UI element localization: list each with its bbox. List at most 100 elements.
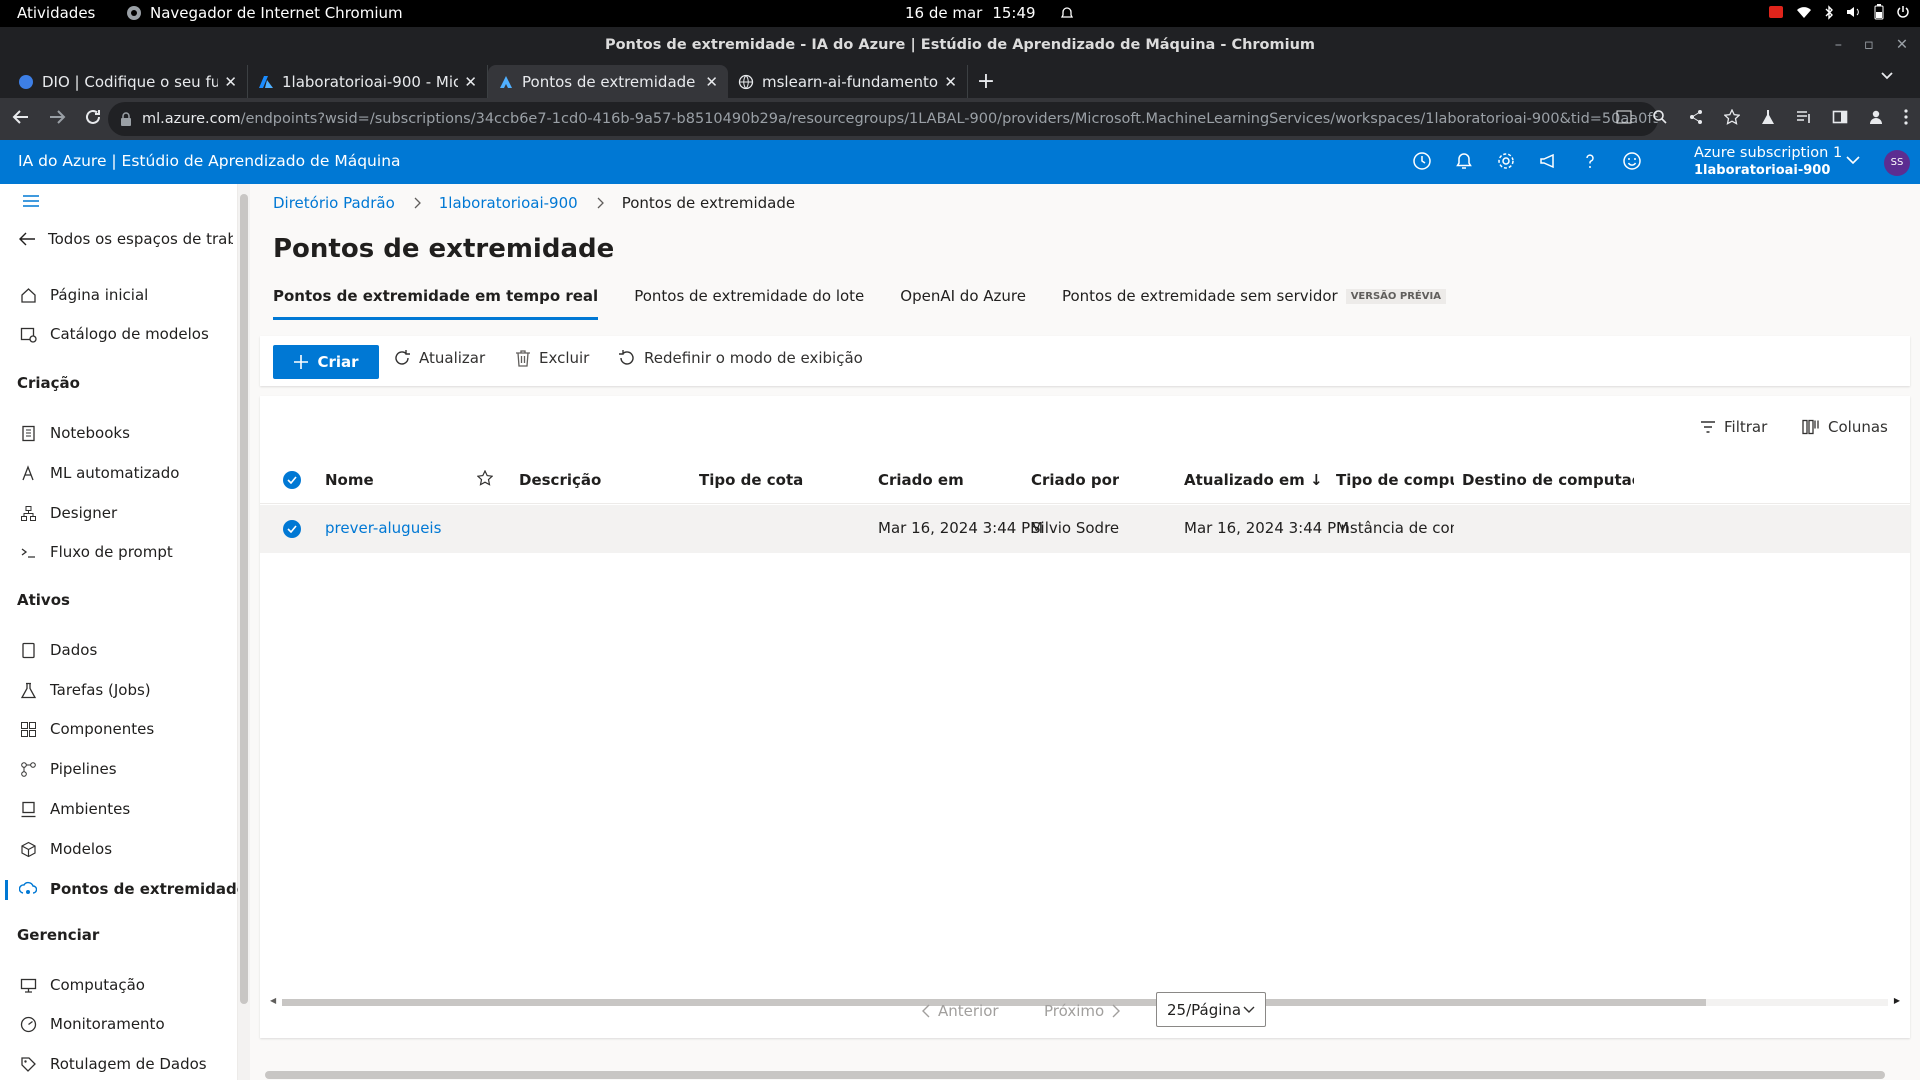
- side-panel-icon[interactable]: [1832, 109, 1848, 125]
- column-header-name[interactable]: Nome: [325, 471, 374, 489]
- new-tab-icon[interactable]: +: [968, 69, 1004, 94]
- share-icon[interactable]: [1688, 109, 1704, 125]
- forward-arrow-icon[interactable]: [48, 108, 66, 126]
- lock-icon[interactable]: [120, 112, 132, 126]
- favorite-star-icon[interactable]: [477, 470, 493, 486]
- create-button[interactable]: Criar: [273, 345, 379, 379]
- zoom-icon[interactable]: [1652, 109, 1668, 125]
- column-header-compute-target[interactable]: Destino de computaç...: [1462, 471, 1634, 489]
- sidebar-item-compute[interactable]: Computação: [18, 976, 145, 994]
- sidebar-item-jobs[interactable]: Tarefas (Jobs): [18, 681, 151, 699]
- scrollbar-thumb[interactable]: [240, 194, 248, 1004]
- browser-tab-azure-portal[interactable]: 1laboratorioai-900 - Microsoft Azure ✕: [248, 65, 488, 98]
- sidebar-item-home[interactable]: Página inicial: [18, 286, 148, 304]
- workspace-name: 1laboratorioai-900: [1694, 163, 1831, 178]
- tab-realtime-endpoints[interactable]: Pontos de extremidade em tempo real: [273, 284, 599, 320]
- system-tray[interactable]: [1768, 4, 1910, 20]
- sidebar-item-environments[interactable]: Ambientes: [18, 800, 130, 818]
- sidebar-item-components[interactable]: Componentes: [18, 720, 154, 738]
- next-page-button[interactable]: Próximo: [1044, 1002, 1121, 1020]
- columns-button[interactable]: Colunas: [1802, 418, 1888, 436]
- volume-icon: [1846, 5, 1862, 19]
- sidebar-item-notebooks[interactable]: Notebooks: [18, 424, 130, 442]
- active-app-menu[interactable]: Navegador de Internet Chromium: [126, 4, 403, 22]
- column-header-quota-type[interactable]: Tipo de cota: [699, 471, 803, 489]
- sidebar-item-label: Notebooks: [50, 424, 130, 442]
- breadcrumb-link-workspace[interactable]: 1laboratorioai-900: [439, 194, 578, 212]
- reading-list-icon[interactable]: [1796, 109, 1812, 125]
- brand-title[interactable]: IA do Azure | Estúdio de Aprendizado de …: [18, 152, 401, 170]
- sidebar-item-automl[interactable]: ML automatizado: [18, 464, 179, 482]
- history-clock-icon[interactable]: [1412, 151, 1432, 171]
- clock[interactable]: 16 de mar 15:49: [905, 4, 1074, 22]
- hamburger-menu-icon[interactable]: [22, 194, 40, 208]
- column-header-description[interactable]: Descrição: [519, 471, 601, 489]
- reload-icon[interactable]: [84, 108, 102, 126]
- dio-icon: [18, 74, 34, 90]
- breadcrumb-link-directory[interactable]: Diretório Padrão: [273, 194, 395, 212]
- back-to-workspaces-link[interactable]: Todos os espaços de trabalho: [18, 230, 233, 248]
- refresh-button[interactable]: Atualizar: [393, 349, 485, 367]
- browser-tab-endpoints[interactable]: Pontos de extremidade - IA do Azure ✕: [488, 65, 728, 98]
- sidebar-item-models[interactable]: Modelos: [18, 840, 112, 858]
- maximize-icon[interactable]: ▫: [1864, 27, 1874, 63]
- avatar[interactable]: SS: [1884, 150, 1910, 176]
- column-header-compute-type[interactable]: Tipo de computa...: [1336, 471, 1454, 489]
- select-all-checkbox[interactable]: [283, 471, 301, 489]
- close-tab-icon[interactable]: ✕: [224, 73, 237, 91]
- tab-search-chevron-icon[interactable]: [1880, 71, 1894, 81]
- reset-view-button[interactable]: Redefinir o modo de exibição: [618, 349, 863, 367]
- column-header-created-by[interactable]: Criado por: [1031, 471, 1119, 489]
- sidebar-scrollbar[interactable]: [238, 184, 250, 1080]
- lab-flask-icon[interactable]: [1760, 109, 1776, 125]
- sidebar-item-model-catalog[interactable]: Catálogo de modelos: [18, 325, 209, 343]
- back-arrow-icon[interactable]: [12, 108, 30, 126]
- table-row[interactable]: prever-alugueis Mar 16, 2024 3:44 PM Sil…: [260, 505, 1910, 553]
- close-window-icon[interactable]: ✕: [1896, 27, 1908, 63]
- bluetooth-icon: [1824, 4, 1834, 20]
- sidebar-item-data[interactable]: Dados: [18, 641, 97, 659]
- close-tab-icon[interactable]: ✕: [944, 73, 957, 91]
- sidebar-item-pipelines[interactable]: Pipelines: [18, 760, 117, 778]
- filter-button[interactable]: Filtrar: [1700, 418, 1767, 436]
- help-question-icon[interactable]: [1580, 151, 1600, 171]
- sidebar-item-designer[interactable]: Designer: [18, 504, 117, 522]
- bookmark-star-icon[interactable]: [1724, 109, 1740, 125]
- delete-button[interactable]: Excluir: [515, 349, 589, 367]
- sidebar-item-monitoring[interactable]: Monitoramento: [18, 1015, 165, 1033]
- feedback-smiley-icon[interactable]: [1622, 151, 1642, 171]
- row-checkbox[interactable]: [283, 520, 301, 538]
- main-horizontal-scrollbar[interactable]: [260, 1068, 1910, 1080]
- window-title: Pontos de extremidade - IA do Azure | Es…: [604, 37, 1316, 53]
- date-text: 16 de mar: [905, 4, 983, 22]
- close-tab-icon[interactable]: ✕: [464, 73, 477, 91]
- settings-gear-icon[interactable]: [1496, 151, 1516, 171]
- minimize-icon[interactable]: –: [1835, 27, 1842, 63]
- page-size-dropdown[interactable]: 25/Página: [1156, 992, 1266, 1027]
- profile-icon[interactable]: [1868, 109, 1884, 125]
- tab-batch-endpoints[interactable]: Pontos de extremidade do lote: [634, 284, 864, 320]
- next-label: Próximo: [1044, 1002, 1105, 1020]
- column-header-created-on[interactable]: Criado em: [878, 471, 964, 489]
- main-content: Diretório Padrão 1laboratorioai-900 Pont…: [250, 184, 1920, 1080]
- sidebar-item-data-labeling[interactable]: Rotulagem de Dados: [18, 1055, 207, 1073]
- chevron-down-icon[interactable]: [1845, 155, 1861, 165]
- notifications-bell-icon[interactable]: [1454, 151, 1474, 171]
- scrollbar-thumb[interactable]: [265, 1071, 1885, 1079]
- announcements-megaphone-icon[interactable]: [1538, 151, 1558, 171]
- browser-tab-dio[interactable]: DIO | Codifique o seu futuro ✕: [8, 65, 248, 98]
- endpoint-name-link[interactable]: prever-alugueis: [325, 519, 441, 537]
- tab-azure-openai[interactable]: OpenAI do Azure: [900, 284, 1026, 320]
- column-header-updated-on[interactable]: Atualizado em ↓: [1184, 471, 1323, 489]
- tab-serverless-endpoints[interactable]: Pontos de extremidade sem servidor VERSÃO…: [1062, 284, 1446, 320]
- activities-button[interactable]: Atividades: [17, 4, 95, 22]
- translate-icon[interactable]: [1616, 109, 1632, 125]
- previous-page-button[interactable]: Anterior: [922, 1002, 999, 1020]
- kebab-menu-icon[interactable]: [1904, 109, 1908, 125]
- close-tab-icon[interactable]: ✕: [705, 73, 718, 91]
- sidebar-item-endpoints[interactable]: Pontos de extremidade: [5, 880, 247, 900]
- sidebar-item-prompt-flow[interactable]: Fluxo de prompt: [18, 543, 173, 561]
- browser-tab-mslearn[interactable]: mslearn-ai-fundamentos ✕: [728, 65, 968, 98]
- subscription-picker[interactable]: Azure subscription 1 1laboratorioai-900: [1694, 144, 1842, 180]
- address-bar[interactable]: ml.azure.com/endpoints?wsid=/subscriptio…: [108, 102, 1658, 136]
